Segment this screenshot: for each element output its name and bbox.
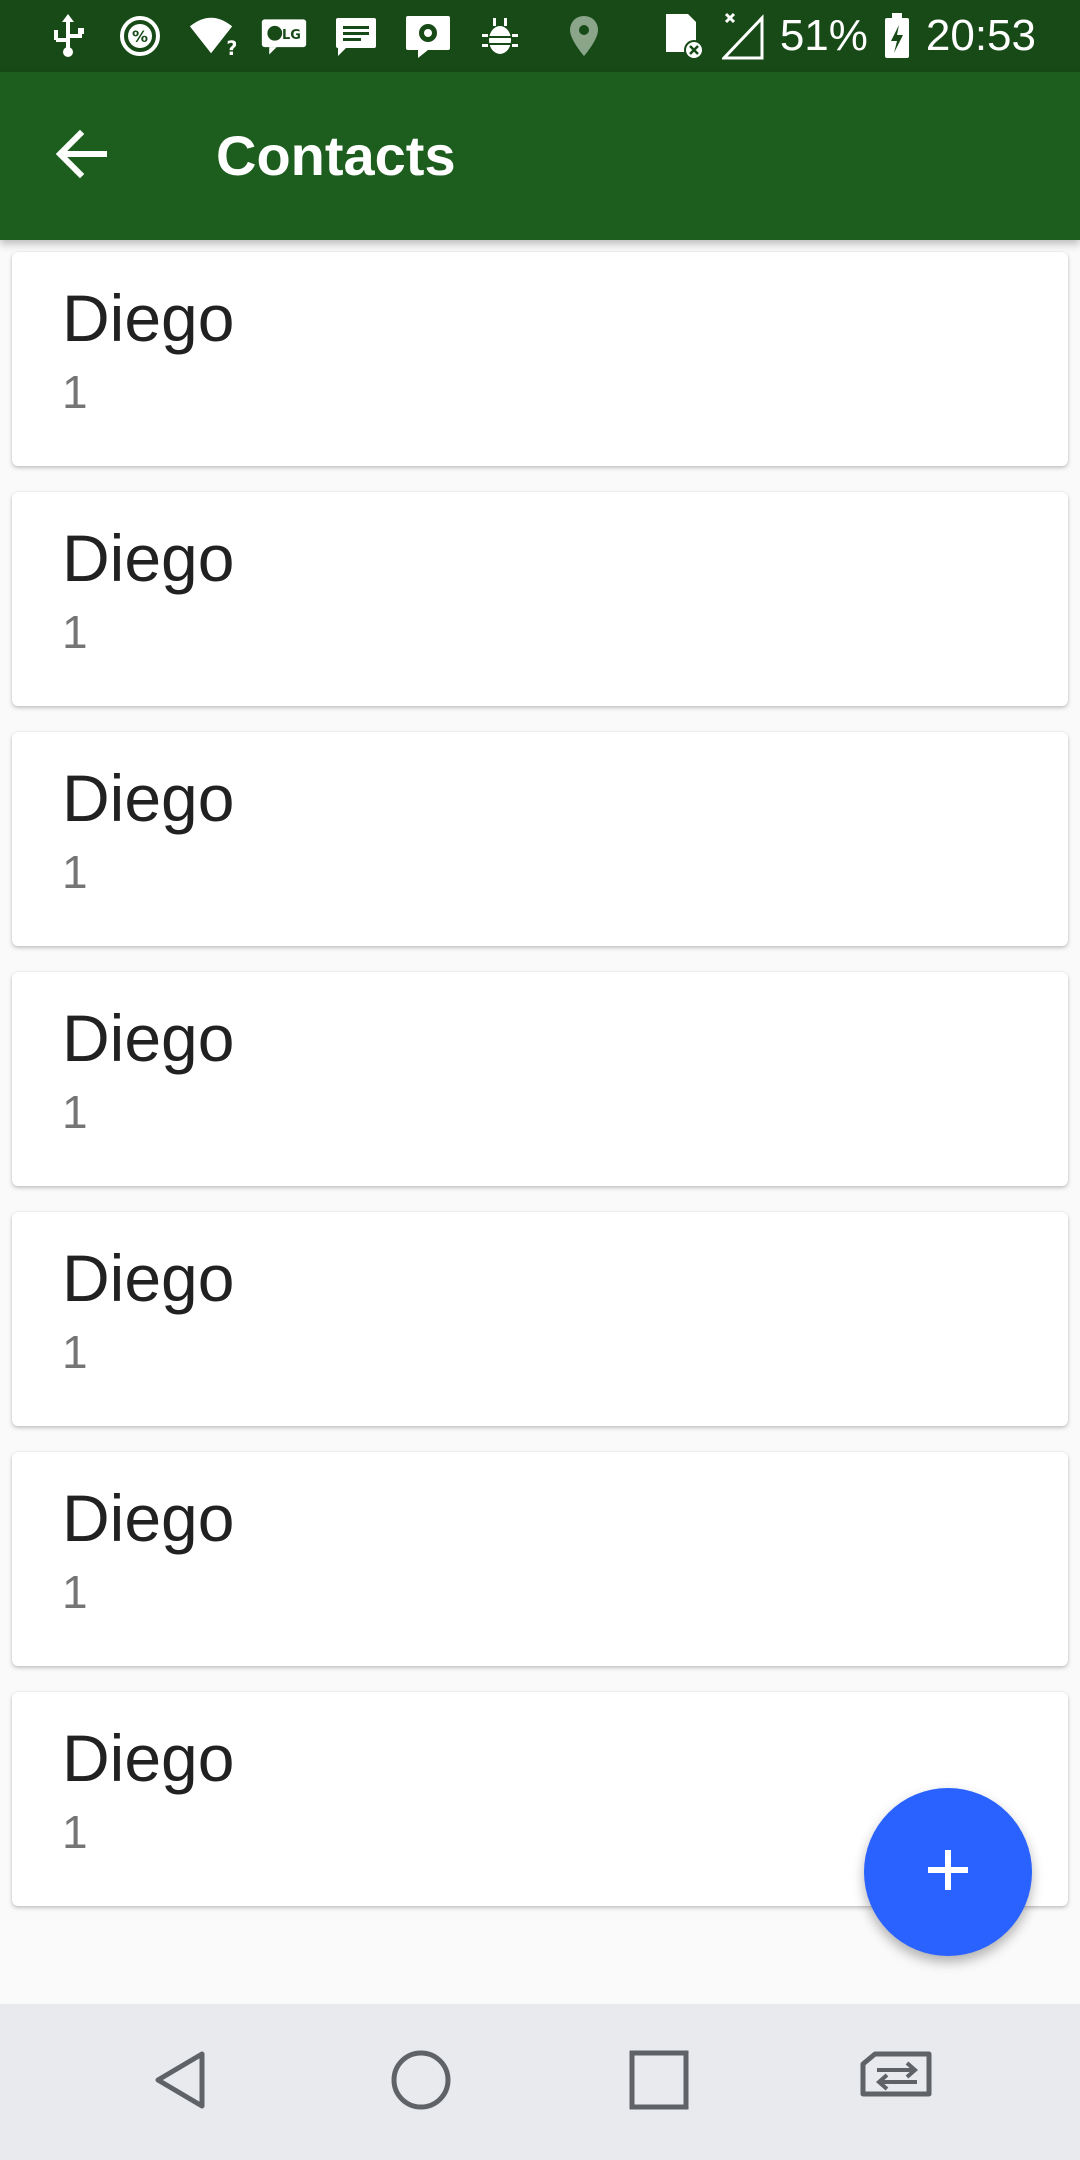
contact-name: Diego bbox=[62, 761, 235, 835]
usb-icon bbox=[44, 12, 92, 60]
contact-number: 1 bbox=[62, 1806, 88, 1858]
contact-name: Diego bbox=[62, 281, 235, 355]
location-icon bbox=[562, 12, 606, 60]
contact-name: Diego bbox=[62, 521, 235, 595]
no-sim-icon bbox=[660, 12, 708, 60]
svg-text:?: ? bbox=[226, 37, 236, 58]
svg-text:LG: LG bbox=[282, 28, 301, 43]
contact-number: 1 bbox=[62, 1086, 88, 1138]
settings-notification-icon bbox=[404, 12, 452, 60]
plus-icon bbox=[924, 1846, 972, 1899]
lg-message-icon: LG bbox=[260, 12, 308, 60]
nav-switch-sim-button[interactable] bbox=[857, 2042, 937, 2122]
add-contact-button[interactable] bbox=[864, 1788, 1032, 1956]
contact-card[interactable]: Diego 1 bbox=[12, 732, 1068, 946]
nav-home-button[interactable] bbox=[381, 2042, 461, 2122]
switch-sim-icon bbox=[859, 2050, 935, 2115]
contact-number: 1 bbox=[62, 1326, 88, 1378]
arrow-back-icon bbox=[54, 126, 110, 187]
nav-back-button[interactable] bbox=[142, 2042, 222, 2122]
navigation-bar bbox=[0, 2004, 1080, 2160]
signal-icon bbox=[721, 12, 766, 60]
data-saver-icon: % bbox=[116, 12, 164, 60]
contact-name: Diego bbox=[62, 1241, 235, 1315]
status-left-icons: % ? LG bbox=[44, 8, 524, 64]
contact-card[interactable]: Diego 1 bbox=[12, 1452, 1068, 1666]
bug-icon bbox=[476, 12, 524, 60]
chat-icon bbox=[332, 12, 380, 60]
contact-name: Diego bbox=[62, 1001, 235, 1075]
nav-recents-button[interactable] bbox=[619, 2042, 699, 2122]
battery-percent: 51% bbox=[779, 11, 868, 60]
back-triangle-icon bbox=[150, 2048, 214, 2117]
contact-number: 1 bbox=[62, 606, 88, 658]
contact-number: 1 bbox=[62, 846, 88, 898]
app-toolbar: Contacts bbox=[0, 72, 1080, 240]
contact-card[interactable]: Diego 1 bbox=[12, 1212, 1068, 1426]
status-right-icons: 51% 20:53 bbox=[562, 8, 1036, 64]
clock: 20:53 bbox=[925, 11, 1036, 60]
wifi-unknown-icon: ? bbox=[188, 12, 236, 60]
contact-name: Diego bbox=[62, 1721, 235, 1795]
contact-card[interactable]: Diego 1 bbox=[12, 972, 1068, 1186]
status-bar: % ? LG 51% 20:53 bbox=[0, 0, 1080, 72]
contact-number: 1 bbox=[62, 366, 88, 418]
page-title: Contacts bbox=[216, 124, 456, 187]
back-button[interactable] bbox=[40, 114, 124, 198]
contact-number: 1 bbox=[62, 1566, 88, 1618]
battery-charging-icon bbox=[882, 12, 912, 60]
contact-card[interactable]: Diego 1 bbox=[12, 492, 1068, 706]
contact-list: Diego 1 Diego 1 Diego 1 Diego 1 Diego 1 … bbox=[12, 252, 1068, 1932]
home-circle-icon bbox=[389, 2048, 453, 2117]
svg-text:%: % bbox=[132, 27, 148, 46]
recents-square-icon bbox=[627, 2048, 691, 2117]
contact-card[interactable]: Diego 1 bbox=[12, 252, 1068, 466]
contact-name: Diego bbox=[62, 1481, 235, 1555]
